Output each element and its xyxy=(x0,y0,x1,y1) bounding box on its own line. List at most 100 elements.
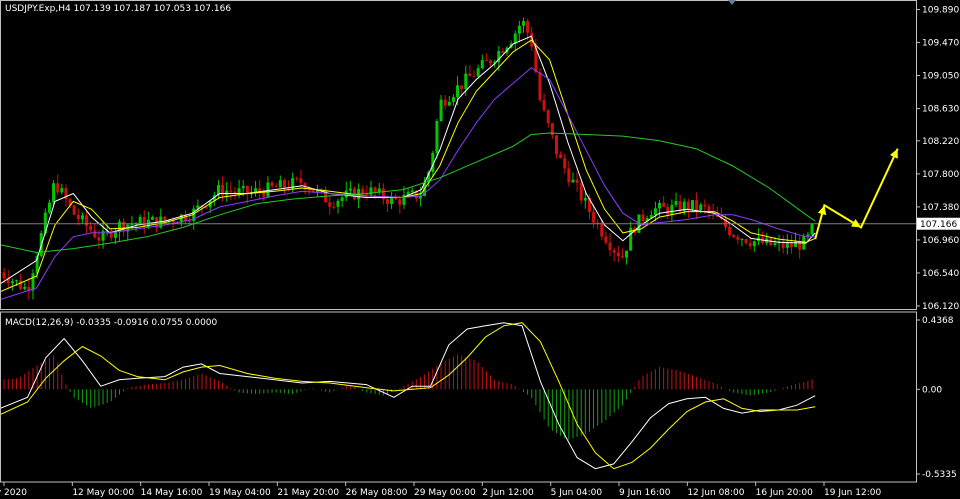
bull-candle[interactable] xyxy=(435,120,439,153)
bull-candle[interactable] xyxy=(806,234,810,236)
bear-candle[interactable] xyxy=(732,235,736,237)
bear-candle[interactable] xyxy=(76,214,80,220)
bull-candle[interactable] xyxy=(348,188,352,191)
bear-candle[interactable] xyxy=(526,21,530,33)
bull-candle[interactable] xyxy=(278,180,282,188)
bear-candle[interactable] xyxy=(707,206,711,212)
bear-candle[interactable] xyxy=(744,239,748,244)
bull-candle[interactable] xyxy=(101,230,105,241)
bull-candle[interactable] xyxy=(52,183,56,203)
bear-candle[interactable] xyxy=(662,202,666,207)
bear-candle[interactable] xyxy=(538,72,542,100)
bear-candle[interactable] xyxy=(299,178,303,184)
bull-candle[interactable] xyxy=(810,224,814,235)
bear-candle[interactable] xyxy=(295,178,299,180)
bull-candle[interactable] xyxy=(451,97,455,102)
bear-candle[interactable] xyxy=(373,187,377,193)
bear-candle[interactable] xyxy=(592,212,596,223)
bull-candle[interactable] xyxy=(476,68,480,77)
bull-candle[interactable] xyxy=(658,202,662,209)
bear-candle[interactable] xyxy=(282,180,286,188)
bear-candle[interactable] xyxy=(307,189,311,191)
bull-candle[interactable] xyxy=(225,190,229,196)
bull-candle[interactable] xyxy=(10,281,14,284)
bull-candle[interactable] xyxy=(340,197,344,201)
bull-candle[interactable] xyxy=(138,216,142,224)
bull-candle[interactable] xyxy=(625,250,629,258)
bull-candle[interactable] xyxy=(14,280,18,282)
bull-candle[interactable] xyxy=(31,273,35,291)
bull-candle[interactable] xyxy=(439,99,443,121)
bear-candle[interactable] xyxy=(233,191,237,193)
bear-candle[interactable] xyxy=(489,60,493,64)
bull-candle[interactable] xyxy=(80,215,84,220)
bear-candle[interactable] xyxy=(472,76,476,78)
bull-candle[interactable] xyxy=(699,204,703,211)
bear-candle[interactable] xyxy=(703,204,707,207)
bear-candle[interactable] xyxy=(274,186,278,188)
bear-candle[interactable] xyxy=(188,220,192,222)
bull-candle[interactable] xyxy=(390,196,394,204)
bear-candle[interactable] xyxy=(468,73,472,77)
bear-candle[interactable] xyxy=(97,237,101,241)
bull-candle[interactable] xyxy=(571,179,575,183)
bear-candle[interactable] xyxy=(385,199,389,204)
bear-candle[interactable] xyxy=(641,214,645,221)
bear-candle[interactable] xyxy=(666,206,670,215)
bear-candle[interactable] xyxy=(122,221,126,232)
bull-candle[interactable] xyxy=(752,241,756,247)
bull-candle[interactable] xyxy=(464,73,468,89)
bear-candle[interactable] xyxy=(460,85,464,89)
bull-candle[interactable] xyxy=(690,200,694,210)
bull-candle[interactable] xyxy=(583,198,587,201)
bull-candle[interactable] xyxy=(785,242,789,248)
bull-candle[interactable] xyxy=(521,21,525,26)
bear-candle[interactable] xyxy=(563,158,567,169)
bull-candle[interactable] xyxy=(60,188,64,193)
bear-candle[interactable] xyxy=(93,230,97,238)
bear-candle[interactable] xyxy=(484,60,488,62)
bear-candle[interactable] xyxy=(365,193,369,195)
bear-candle[interactable] xyxy=(56,183,60,193)
bull-candle[interactable] xyxy=(254,188,258,192)
bear-candle[interactable] xyxy=(332,206,336,208)
bull-candle[interactable] xyxy=(456,85,460,98)
bear-candle[interactable] xyxy=(443,99,447,106)
bull-candle[interactable] xyxy=(266,182,270,197)
bull-candle[interactable] xyxy=(447,101,451,106)
bear-candle[interactable] xyxy=(600,223,604,237)
bear-candle[interactable] xyxy=(328,202,332,207)
bear-candle[interactable] xyxy=(686,201,690,210)
bear-candle[interactable] xyxy=(748,243,752,247)
bear-candle[interactable] xyxy=(789,242,793,247)
bear-candle[interactable] xyxy=(567,168,571,183)
bull-candle[interactable] xyxy=(47,202,51,213)
bull-candle[interactable] xyxy=(336,200,340,207)
bear-candle[interactable] xyxy=(579,183,583,201)
bull-candle[interactable] xyxy=(517,25,521,34)
bear-candle[interactable] xyxy=(72,205,76,215)
bear-candle[interactable] xyxy=(85,215,89,226)
bear-candle[interactable] xyxy=(89,225,93,231)
bear-candle[interactable] xyxy=(604,236,608,243)
bear-candle[interactable] xyxy=(575,179,579,184)
bull-candle[interactable] xyxy=(480,60,484,69)
bear-candle[interactable] xyxy=(501,51,505,53)
bear-candle[interactable] xyxy=(270,182,274,187)
bull-candle[interactable] xyxy=(237,188,241,193)
bull-candle[interactable] xyxy=(670,204,674,215)
bear-candle[interactable] xyxy=(695,200,699,211)
bear-candle[interactable] xyxy=(612,250,616,253)
bear-candle[interactable] xyxy=(19,280,23,289)
bear-candle[interactable] xyxy=(546,110,550,124)
bear-candle[interactable] xyxy=(616,252,620,257)
bear-candle[interactable] xyxy=(542,99,546,111)
bear-candle[interactable] xyxy=(736,236,740,240)
bear-candle[interactable] xyxy=(2,272,6,279)
chart-canvas[interactable]: 109.890 109.470 109.050 108.630 108.220 107.8… xyxy=(0,0,960,499)
bull-candle[interactable] xyxy=(773,243,777,246)
bull-candle[interactable] xyxy=(151,217,155,220)
bull-candle[interactable] xyxy=(23,286,27,289)
bull-candle[interactable] xyxy=(653,208,657,216)
bear-candle[interactable] xyxy=(229,190,233,192)
